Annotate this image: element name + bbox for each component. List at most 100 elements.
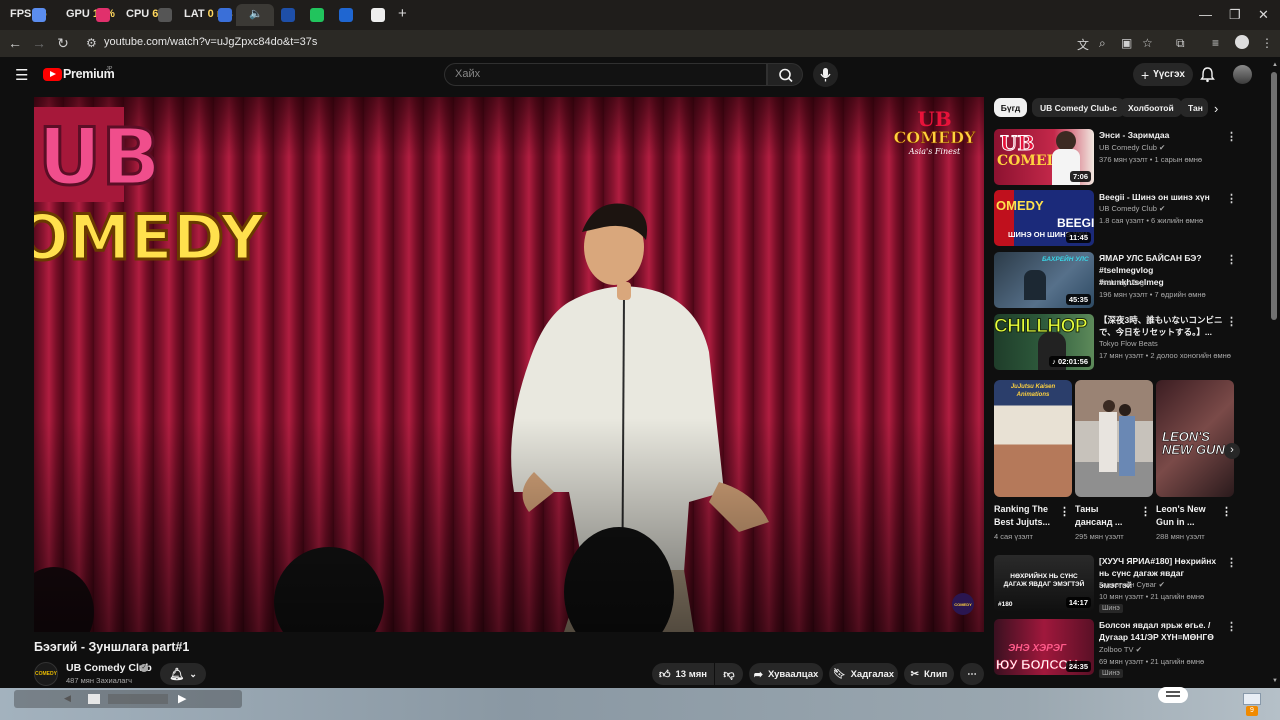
video-title-link[interactable]: Болсон явдал ярьж өгье. / Дугаар 141/ЭР … xyxy=(1099,619,1219,643)
save-button[interactable]: 🔖︎ Хадгалах xyxy=(829,663,898,685)
forward-icon[interactable]: → xyxy=(30,35,48,51)
scroll-down-arrow-icon[interactable]: ▼ xyxy=(1272,678,1278,684)
more-vertical-icon[interactable]: ⋮ xyxy=(1226,130,1237,143)
notifications-bell-icon[interactable] xyxy=(1199,66,1216,83)
active-tab[interactable]: 🔈 xyxy=(236,4,274,26)
bookmark-star-icon[interactable]: ☆ xyxy=(1142,36,1153,50)
page-scrollbar[interactable]: ▲ ▼ xyxy=(1270,62,1278,686)
voice-search-button[interactable] xyxy=(813,62,838,87)
short-title[interactable]: Ranking The Best Jujuts... xyxy=(994,503,1056,529)
extensions-icon[interactable]: ⧉ xyxy=(1176,36,1185,51)
clip-button[interactable]: ✂ Клип xyxy=(904,663,954,685)
branding-bug[interactable]: COMEDY xyxy=(952,593,974,615)
site-info-icon[interactable]: ⚙ xyxy=(86,36,97,50)
scroll-up-arrow-icon[interactable]: ▲ xyxy=(1272,62,1278,68)
video-duration: 7:06 xyxy=(1069,171,1091,182)
video-meta: 69 мян үзэлт • 21 цагийн өмнө xyxy=(1099,657,1205,666)
media-control-icon[interactable]: ≡ xyxy=(1212,36,1219,50)
chip-partial[interactable]: Тан xyxy=(1180,98,1208,117)
more-vertical-icon[interactable]: ⋮ xyxy=(1226,556,1237,569)
video-title-link[interactable]: Beegii - Шинэ он шинэ хүн xyxy=(1099,191,1219,203)
video-thumbnail[interactable]: OMEDY BEEGII ШИНЭ ОН ШИНЭ ХҮН 11:45 xyxy=(994,190,1094,246)
more-actions-button[interactable]: ⋯ xyxy=(960,663,984,685)
dislike-button[interactable]: 👎︎ xyxy=(715,663,743,685)
media-overlay-bar: ◀ ▶ xyxy=(14,690,242,708)
mail-tray-icon[interactable] xyxy=(1243,693,1261,705)
video-thumbnail[interactable]: БАХРЕЙН УЛС 45:35 xyxy=(994,252,1094,308)
short-thumbnail[interactable]: LEON'S NEW GUN xyxy=(1156,380,1234,497)
video-title-link[interactable]: Энси - Заримдаа xyxy=(1099,129,1219,141)
video-title-link[interactable]: 【深夜3時、誰もいないコンビニで、今日をリセットする。】... xyxy=(1099,314,1223,338)
video-player[interactable]: UB OMEDY UB COMEDY Asia's Finest COMEDY xyxy=(34,97,984,632)
channel-avatar[interactable]: COMEDY xyxy=(34,662,58,686)
chat-tray-icon[interactable] xyxy=(1158,687,1188,703)
chevron-right-icon[interactable]: › xyxy=(1214,101,1218,116)
reload-icon[interactable]: ↻ xyxy=(54,35,72,52)
new-tab-button[interactable]: + xyxy=(398,5,407,22)
tab-favicon[interactable] xyxy=(218,8,232,22)
chip-related[interactable]: Холбоотой xyxy=(1120,98,1182,117)
more-vertical-icon[interactable]: ⋮ xyxy=(1140,505,1151,518)
previous-icon[interactable]: ◀ xyxy=(64,693,71,704)
stop-icon[interactable] xyxy=(88,694,100,704)
more-vertical-icon[interactable]: ⋮ xyxy=(1221,505,1232,518)
tab-favicon[interactable] xyxy=(339,8,353,22)
microphone-icon xyxy=(820,68,831,82)
channel-name[interactable]: UB Comedy Club ✔ xyxy=(1099,143,1165,152)
more-vertical-icon[interactable]: ⋮ xyxy=(1226,192,1237,205)
browser-menu-icon[interactable]: ⋮ xyxy=(1261,36,1273,50)
more-vertical-icon[interactable]: ⋮ xyxy=(1226,620,1237,633)
video-thumbnail[interactable]: ЭНЭ ХЭРЭГ ЮУ БОЛСОН 24:35 xyxy=(994,619,1094,675)
hamburger-menu-icon[interactable]: ☰ xyxy=(15,66,28,84)
tab-favicon[interactable] xyxy=(158,8,172,22)
restore-icon[interactable]: ❐ xyxy=(1229,7,1241,23)
tab-favicon[interactable] xyxy=(310,8,324,22)
back-icon[interactable]: ← xyxy=(6,35,24,51)
profile-avatar[interactable] xyxy=(1235,35,1249,49)
cast-icon[interactable]: ▣ xyxy=(1121,36,1132,50)
short-title[interactable]: Leon's New Gun in ... xyxy=(1156,503,1218,529)
video-thumbnail[interactable]: UB COMEDY 7:06 xyxy=(994,129,1094,185)
more-vertical-icon[interactable]: ⋮ xyxy=(1226,253,1237,266)
channel-name[interactable]: UB Comedy Club xyxy=(66,662,152,674)
video-thumbnail[interactable]: НӨХРИЙНХ НЬ СҮНС ДАГАЖ ЯВДАГ ЭМЭГТЭЙ #18… xyxy=(994,555,1094,611)
video-thumbnail[interactable]: CHILLHOP ♪ 02:01:56 xyxy=(994,314,1094,370)
tab-favicon[interactable] xyxy=(281,8,295,22)
zoom-icon[interactable]: ⌕ xyxy=(1099,36,1106,51)
minimize-icon[interactable]: — xyxy=(1199,7,1212,22)
search-input[interactable] xyxy=(444,63,767,86)
youtube-logo-icon[interactable] xyxy=(43,68,62,81)
episode-tag: #180 xyxy=(996,601,1015,608)
channel-name[interactable]: Tselmeg Vlog xyxy=(1099,278,1144,287)
share-button[interactable]: ➦ Хуваалцах xyxy=(749,663,823,685)
channel-name[interactable]: Ганавгийн Сувaг ✔ xyxy=(1099,580,1165,589)
tab-favicon[interactable] xyxy=(371,8,385,22)
short-thumbnail[interactable] xyxy=(1075,380,1153,497)
close-icon[interactable]: ✕ xyxy=(1258,7,1269,23)
tab-favicon[interactable] xyxy=(96,8,110,22)
video-meta: 376 мян үзэлт • 1 сарын өмнө xyxy=(1099,155,1203,164)
tab-favicon[interactable] xyxy=(32,8,46,22)
more-vertical-icon[interactable]: ⋮ xyxy=(1059,505,1070,518)
short-title[interactable]: Таны дансанд ... xyxy=(1075,503,1137,529)
search-button[interactable] xyxy=(767,63,803,86)
scrollbar-thumb[interactable] xyxy=(1271,72,1277,320)
like-button[interactable]: 👍︎ 13 мян xyxy=(652,663,714,685)
chip-from-channel[interactable]: UB Comedy Club-с xyxy=(1032,98,1125,117)
short-thumbnail[interactable]: JuJutsu Kaisen Animations xyxy=(994,380,1072,497)
create-button[interactable]: + Үүсгэх xyxy=(1133,63,1193,86)
channel-name[interactable]: Zolboo TV ✔ xyxy=(1099,645,1142,654)
subscribed-bell-button[interactable]: 🔔︎ ⌄ xyxy=(160,663,206,685)
account-avatar[interactable] xyxy=(1233,65,1252,84)
thumb-person xyxy=(1024,270,1046,300)
more-vertical-icon[interactable]: ⋮ xyxy=(1226,315,1237,328)
translate-icon[interactable]: 文 xyxy=(1077,36,1089,53)
chip-all[interactable]: Бүгд xyxy=(994,98,1027,117)
shelf-next-chevron-icon[interactable]: › xyxy=(1224,443,1240,459)
play-icon[interactable]: ▶ xyxy=(178,692,186,705)
media-progress-track[interactable] xyxy=(108,694,168,704)
url-field[interactable]: youtube.com/watch?v=uJgZpxc84do&t=37s xyxy=(104,36,317,48)
short-person xyxy=(1119,404,1131,416)
channel-name[interactable]: UB Comedy Club ✔ xyxy=(1099,204,1165,213)
channel-name[interactable]: Tokyo Flow Beats xyxy=(1099,339,1158,348)
